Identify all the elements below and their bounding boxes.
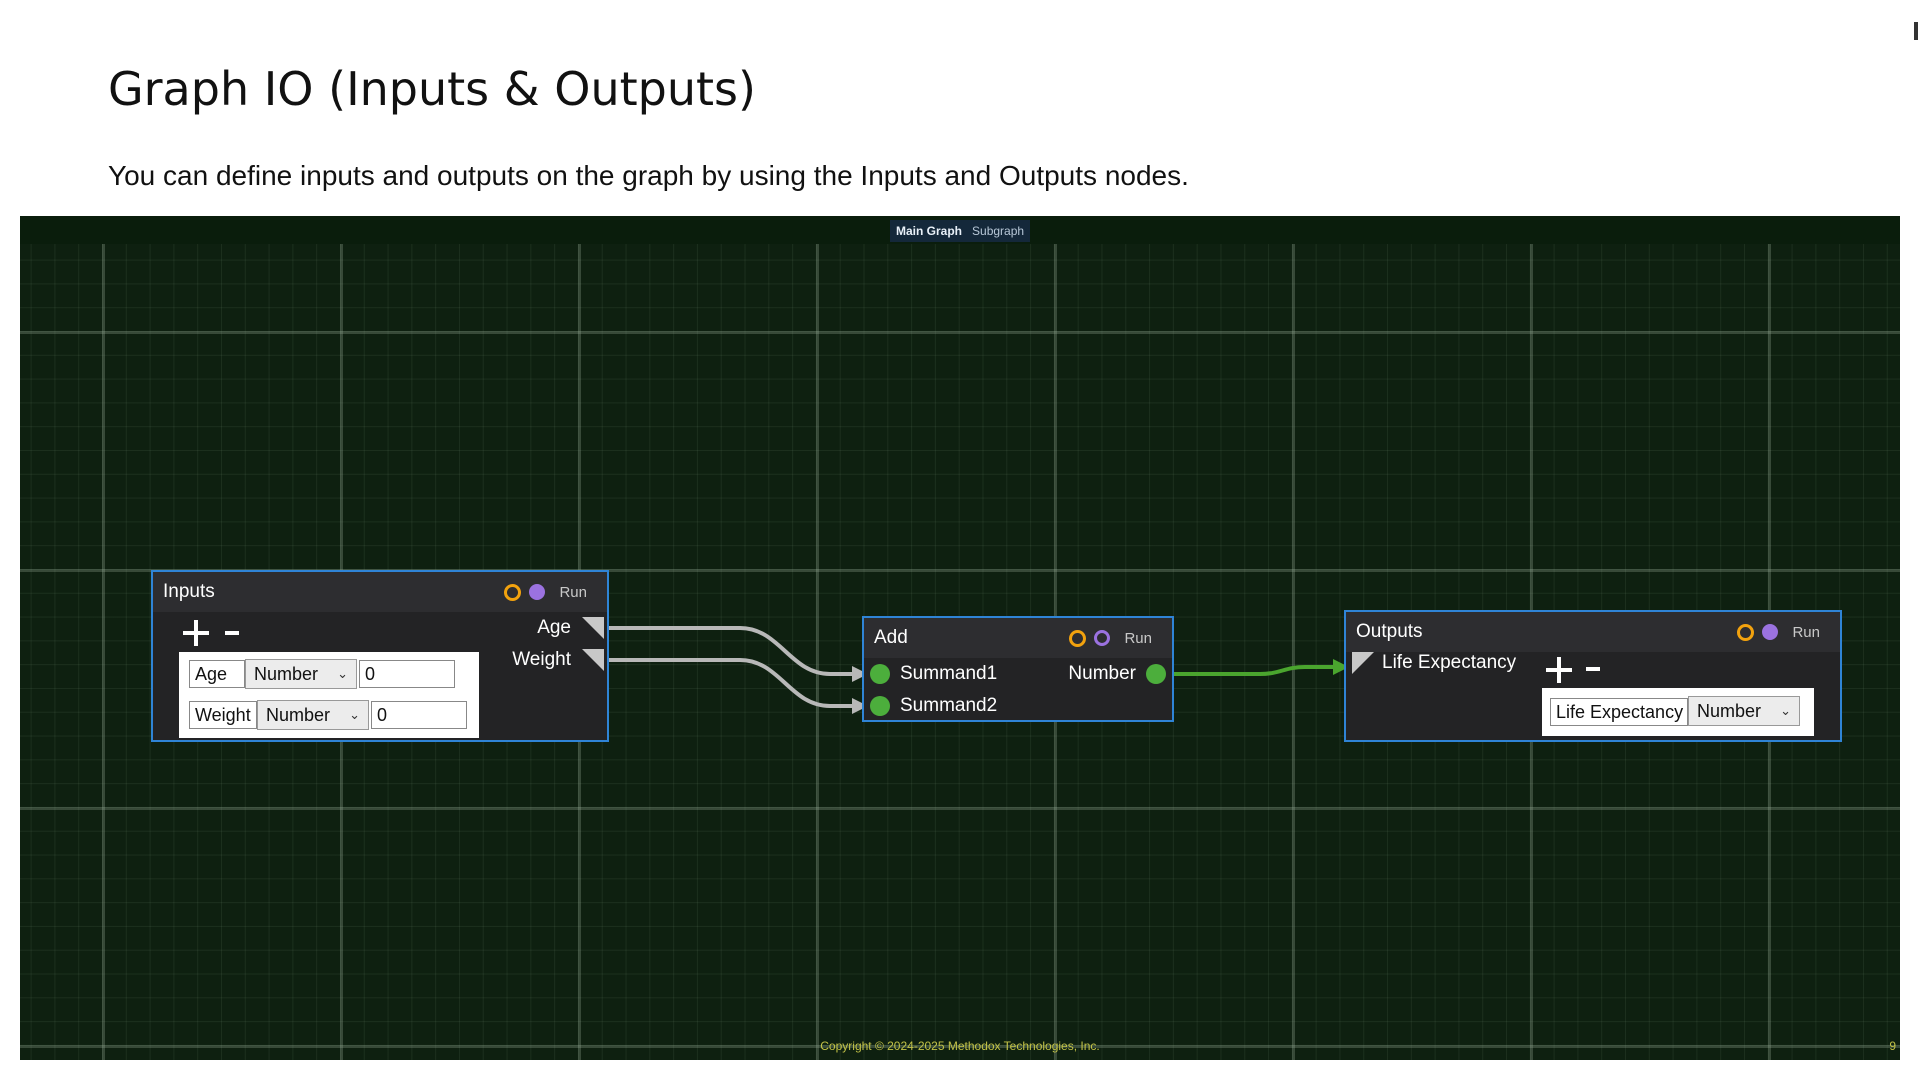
add-node-header[interactable]: Add Run <box>864 618 1172 658</box>
input-type-select[interactable]: Number ⌄ <box>257 700 369 730</box>
outputs-node[interactable]: Outputs Run Life Expectancy Life Expecta… <box>1344 610 1842 742</box>
wire-age-summand1[interactable] <box>608 626 855 676</box>
inputs-node-body: Age Weight Age Number ⌄ 0 Weight Number … <box>153 612 607 740</box>
wire-weight-summand2[interactable] <box>608 658 855 708</box>
output-pin-number-icon[interactable] <box>1146 664 1166 684</box>
input-type-value: Number <box>254 664 319 684</box>
page-number: 9 <box>1889 1039 1896 1053</box>
exec-out-pin-icon[interactable] <box>1094 630 1111 646</box>
input-value-field[interactable]: 0 <box>371 701 467 729</box>
run-label: Run <box>1792 623 1820 641</box>
input-pin-life-expectancy-icon[interactable] <box>1352 652 1374 674</box>
input-type-value: Number <box>266 705 331 725</box>
add-input-plus-icon[interactable] <box>183 620 209 646</box>
add-node-body: Summand1 Summand2 Number <box>864 658 1172 720</box>
exec-in-pin-icon[interactable] <box>1069 629 1087 647</box>
input-pin-summand2-icon[interactable] <box>870 696 890 716</box>
chevron-down-icon: ⌄ <box>337 666 348 681</box>
output-pin-age-icon[interactable] <box>582 617 604 639</box>
add-node-title: Add <box>874 627 908 648</box>
input-pin-summand1-icon[interactable] <box>870 664 890 684</box>
output-pin-weight-icon[interactable] <box>582 649 604 671</box>
run-label: Run <box>559 583 587 601</box>
input-name-field[interactable]: Age <box>189 660 245 688</box>
add-output-plus-icon[interactable] <box>1546 657 1572 683</box>
pin-label-age: Age <box>537 617 571 638</box>
remove-input-minus-icon[interactable] <box>225 631 239 635</box>
inputs-node-title: Inputs <box>163 581 215 602</box>
inputs-node[interactable]: Inputs Run Age Weight Age Number ⌄ 0 Wei… <box>151 570 609 742</box>
add-node[interactable]: Add Run Summand1 Summand2 Number <box>862 616 1174 722</box>
run-label: Run <box>1124 629 1152 647</box>
pin-label-life-expectancy: Life Expectancy <box>1382 652 1517 673</box>
slide-description: You can define inputs and outputs on the… <box>108 160 1189 191</box>
input-type-select[interactable]: Number ⌄ <box>245 659 357 689</box>
outputs-node-title: Outputs <box>1356 621 1423 642</box>
inputs-definition-panel: Age Number ⌄ 0 Weight Number ⌄ 0 <box>179 652 479 738</box>
outputs-node-body: Life Expectancy Life Expectancy Number ⌄ <box>1346 652 1840 740</box>
output-type-select[interactable]: Number ⌄ <box>1688 696 1800 726</box>
chevron-down-icon: ⌄ <box>1780 703 1791 718</box>
exec-out-pin-icon[interactable] <box>1762 624 1779 640</box>
pin-label-summand1: Summand1 <box>900 663 998 684</box>
input-name-field[interactable]: Weight <box>189 701 257 729</box>
pin-label-weight: Weight <box>512 649 571 670</box>
outputs-definition-panel: Life Expectancy Number ⌄ <box>1542 688 1814 736</box>
copyright-text: Copyright © 2024-2025 Methodox Technolog… <box>820 1039 1100 1053</box>
wire-number-life-expectancy[interactable] <box>1170 665 1336 676</box>
pin-label-number: Number <box>1068 663 1136 684</box>
slide-title: Graph IO (Inputs & Outputs) <box>108 62 756 116</box>
chevron-down-icon: ⌄ <box>349 707 360 722</box>
inputs-node-header[interactable]: Inputs Run <box>153 572 607 612</box>
outputs-node-header[interactable]: Outputs Run <box>1346 612 1840 652</box>
remove-output-minus-icon[interactable] <box>1586 667 1600 671</box>
graph-canvas[interactable]: Main Graph Subgraph Inputs Run Age Weigh… <box>20 216 1900 1060</box>
output-name-field[interactable]: Life Expectancy <box>1550 698 1688 726</box>
output-type-value: Number <box>1697 701 1762 721</box>
pin-label-summand2: Summand2 <box>900 695 998 716</box>
input-value-field[interactable]: 0 <box>359 660 455 688</box>
exec-in-pin-icon[interactable] <box>1737 623 1755 641</box>
exec-in-pin-icon[interactable] <box>504 583 522 601</box>
corner-mark <box>1914 22 1918 40</box>
exec-out-pin-icon[interactable] <box>529 584 546 600</box>
